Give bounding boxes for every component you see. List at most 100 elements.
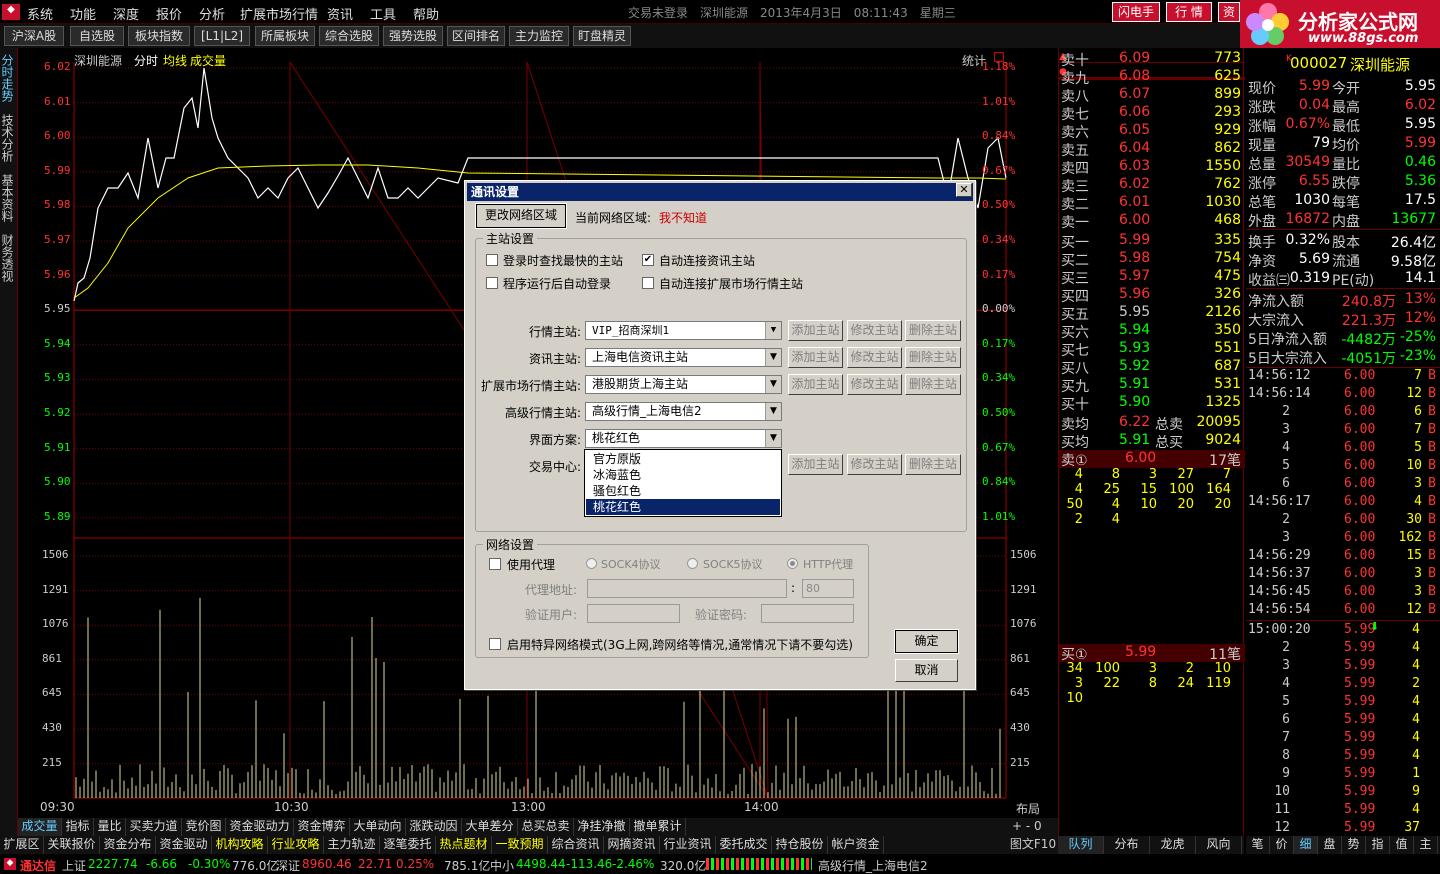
dd-option-official[interactable]: 官方原版: [586, 451, 780, 467]
indicator-tab-10[interactable]: 总买总卖: [518, 818, 574, 836]
flash-trade-button[interactable]: 闪电手: [1112, 2, 1160, 22]
cancel-button[interactable]: 取消: [895, 659, 958, 682]
tb-combo-select[interactable]: 综合选股: [319, 26, 379, 46]
tick-row[interactable]: 2 6.00 30 B: [1246, 512, 1440, 530]
bid-row[interactable]: 买四 5.96 326: [1059, 286, 1245, 305]
detail-tab-6[interactable]: 值: [1390, 836, 1414, 854]
extension-tab-5[interactable]: 行业攻略: [268, 836, 324, 854]
menu-function[interactable]: 功能: [70, 4, 96, 23]
tb-watch-sprite[interactable]: 盯盘精灵: [573, 26, 631, 46]
indicator-tab-4[interactable]: 竞价图: [182, 818, 226, 836]
tick-row[interactable]: 2 5.99 4: [1246, 640, 1440, 658]
bid-row[interactable]: 买一 5.99 335: [1059, 232, 1245, 251]
ask-row[interactable]: 卖十 6.09 773: [1059, 50, 1245, 69]
indicator-tab-11[interactable]: 净挂净撤: [574, 818, 630, 836]
tick-row[interactable]: 8 5.99 4: [1246, 748, 1440, 766]
menu-system[interactable]: 系统: [27, 4, 53, 23]
orderbook-tab-2[interactable]: 龙虎: [1150, 836, 1196, 854]
extension-tab-7[interactable]: 逐笔委托: [380, 836, 436, 854]
menu-news[interactable]: 资讯: [327, 4, 353, 23]
indicator-tab-9[interactable]: 大单差分: [462, 818, 518, 836]
tick-row[interactable]: 10 5.99 9: [1246, 784, 1440, 802]
news-button[interactable]: 资: [1218, 2, 1240, 22]
layout-button[interactable]: 布局: [1016, 800, 1040, 817]
ok-button[interactable]: 确定: [894, 629, 959, 654]
extension-tab-1[interactable]: 关联报价: [44, 836, 100, 854]
verify-user-input[interactable]: [587, 604, 680, 623]
indicator-tab-8[interactable]: 涨跌动因: [406, 818, 462, 836]
menu-depth[interactable]: 深度: [113, 4, 139, 23]
extension-tab-8[interactable]: 热点题材: [436, 836, 492, 854]
tb-hs-a[interactable]: 沪深A股: [4, 26, 64, 46]
bid-row[interactable]: 买七 5.93 551: [1059, 340, 1245, 359]
ask-row[interactable]: 卖八 6.07 899: [1059, 86, 1245, 105]
detail-tab-1[interactable]: 价: [1270, 836, 1294, 854]
edit-trade-station-button[interactable]: 修改主站: [847, 454, 902, 475]
dd-option-flashy-red[interactable]: 骚包红色: [586, 483, 780, 499]
indicator-tab-6[interactable]: 资金博弈: [294, 818, 350, 836]
menu-help[interactable]: 帮助: [413, 4, 439, 23]
ext-station-select[interactable]: 港股期货上海主站 ▼: [585, 375, 782, 394]
zoom-controls[interactable]: + - 0: [1008, 818, 1058, 836]
ask-row[interactable]: 卖四 6.03 1550: [1059, 158, 1245, 177]
extension-tab-10[interactable]: 综合资讯: [548, 836, 604, 854]
edit-quote-station-button[interactable]: 修改主站: [847, 320, 902, 341]
extension-tab-2[interactable]: 资金分布: [100, 836, 156, 854]
del-quote-station-button[interactable]: 删除主站: [905, 320, 961, 341]
ask-row[interactable]: 卖六 6.05 929: [1059, 122, 1245, 141]
tick-row[interactable]: 14:56:17 6.00 4 B: [1246, 494, 1440, 512]
tick-row[interactable]: 4 6.00 5 B: [1246, 440, 1440, 458]
tick-row[interactable]: 14:56:54 6.00 12 B: [1246, 602, 1440, 620]
tick-row[interactable]: 14:56:45 6.00 3 B: [1246, 584, 1440, 602]
ask-row[interactable]: 卖七 6.06 293: [1059, 104, 1245, 123]
vtab-technical[interactable]: 技术分析: [0, 114, 16, 162]
extension-tab-14[interactable]: 持仓股份: [772, 836, 828, 854]
tb-owning-sector[interactable]: 所属板块: [255, 26, 315, 46]
bid-row[interactable]: 买二 5.98 754: [1059, 250, 1245, 269]
tick-row[interactable]: 9 5.99 1: [1246, 766, 1440, 784]
tick-row[interactable]: 5 5.99 4: [1246, 694, 1440, 712]
bid-row[interactable]: 买三 5.97 475: [1059, 268, 1245, 287]
del-trade-station-button[interactable]: 删除主站: [905, 454, 961, 475]
zx-index[interactable]: 4498.44: [516, 857, 566, 871]
add-trade-station-button[interactable]: 添加主站: [788, 454, 843, 475]
verify-pwd-input[interactable]: [761, 604, 854, 623]
sz-index[interactable]: 8960.46: [302, 857, 352, 871]
detail-tab-4[interactable]: 势: [1342, 836, 1366, 854]
indicator-tab-5[interactable]: 资金驱动力: [226, 818, 294, 836]
menu-quote[interactable]: 报价: [156, 4, 182, 23]
radio-sock4[interactable]: [586, 558, 597, 569]
detail-tab-3[interactable]: 盘: [1318, 836, 1342, 854]
tick-row[interactable]: 14:56:37 6.00 3 B: [1246, 566, 1440, 584]
tick-row[interactable]: 11 5.99 4: [1246, 802, 1440, 820]
menu-tools[interactable]: 工具: [370, 4, 396, 23]
del-news-station-button[interactable]: 删除主站: [905, 347, 961, 368]
indicator-tab-12[interactable]: 撤单累计: [630, 818, 686, 836]
quote-button[interactable]: 行 情: [1166, 2, 1212, 22]
ask-row[interactable]: 卖三 6.02 762: [1059, 176, 1245, 195]
adv-station-select[interactable]: 高级行情_上海电信2 ▼: [585, 402, 782, 421]
indicator-tab-0[interactable]: 成交量: [18, 818, 62, 836]
dd-option-peach-red[interactable]: 桃花红色: [586, 499, 780, 515]
vtab-intraday[interactable]: 分时走势: [0, 54, 16, 102]
add-quote-station-button[interactable]: 添加主站: [788, 320, 843, 341]
chk-auto-ext[interactable]: [642, 277, 654, 289]
proxy-port-input[interactable]: 80: [802, 579, 854, 598]
tb-l1l2[interactable]: [L1|L2]: [194, 26, 250, 46]
extension-tab-15[interactable]: 帐户资金: [828, 836, 884, 854]
orderbook-tab-1[interactable]: 分布: [1104, 836, 1150, 854]
menu-analysis[interactable]: 分析: [199, 4, 225, 23]
extension-tab-0[interactable]: 扩展区: [0, 836, 44, 854]
ui-scheme-select[interactable]: 桃花红色 ▼: [585, 429, 782, 448]
tb-strong-select[interactable]: 强势选股: [383, 26, 443, 46]
chk-special-mode[interactable]: [489, 638, 501, 650]
news-station-select[interactable]: 上海电信资讯主站 ▼: [585, 348, 782, 367]
bid-row[interactable]: 买六 5.94 350: [1059, 322, 1245, 341]
bid-row[interactable]: 买八 5.92 687: [1059, 358, 1245, 377]
ask-row[interactable]: 卖五 6.04 862: [1059, 140, 1245, 159]
tick-row[interactable]: 3 6.00 162 B: [1246, 530, 1440, 548]
radio-http[interactable]: [787, 558, 798, 569]
tb-watchlist[interactable]: 自选股: [70, 26, 124, 46]
add-news-station-button[interactable]: 添加主站: [788, 347, 843, 368]
dd-option-ice-blue[interactable]: 冰海蓝色: [586, 467, 780, 483]
